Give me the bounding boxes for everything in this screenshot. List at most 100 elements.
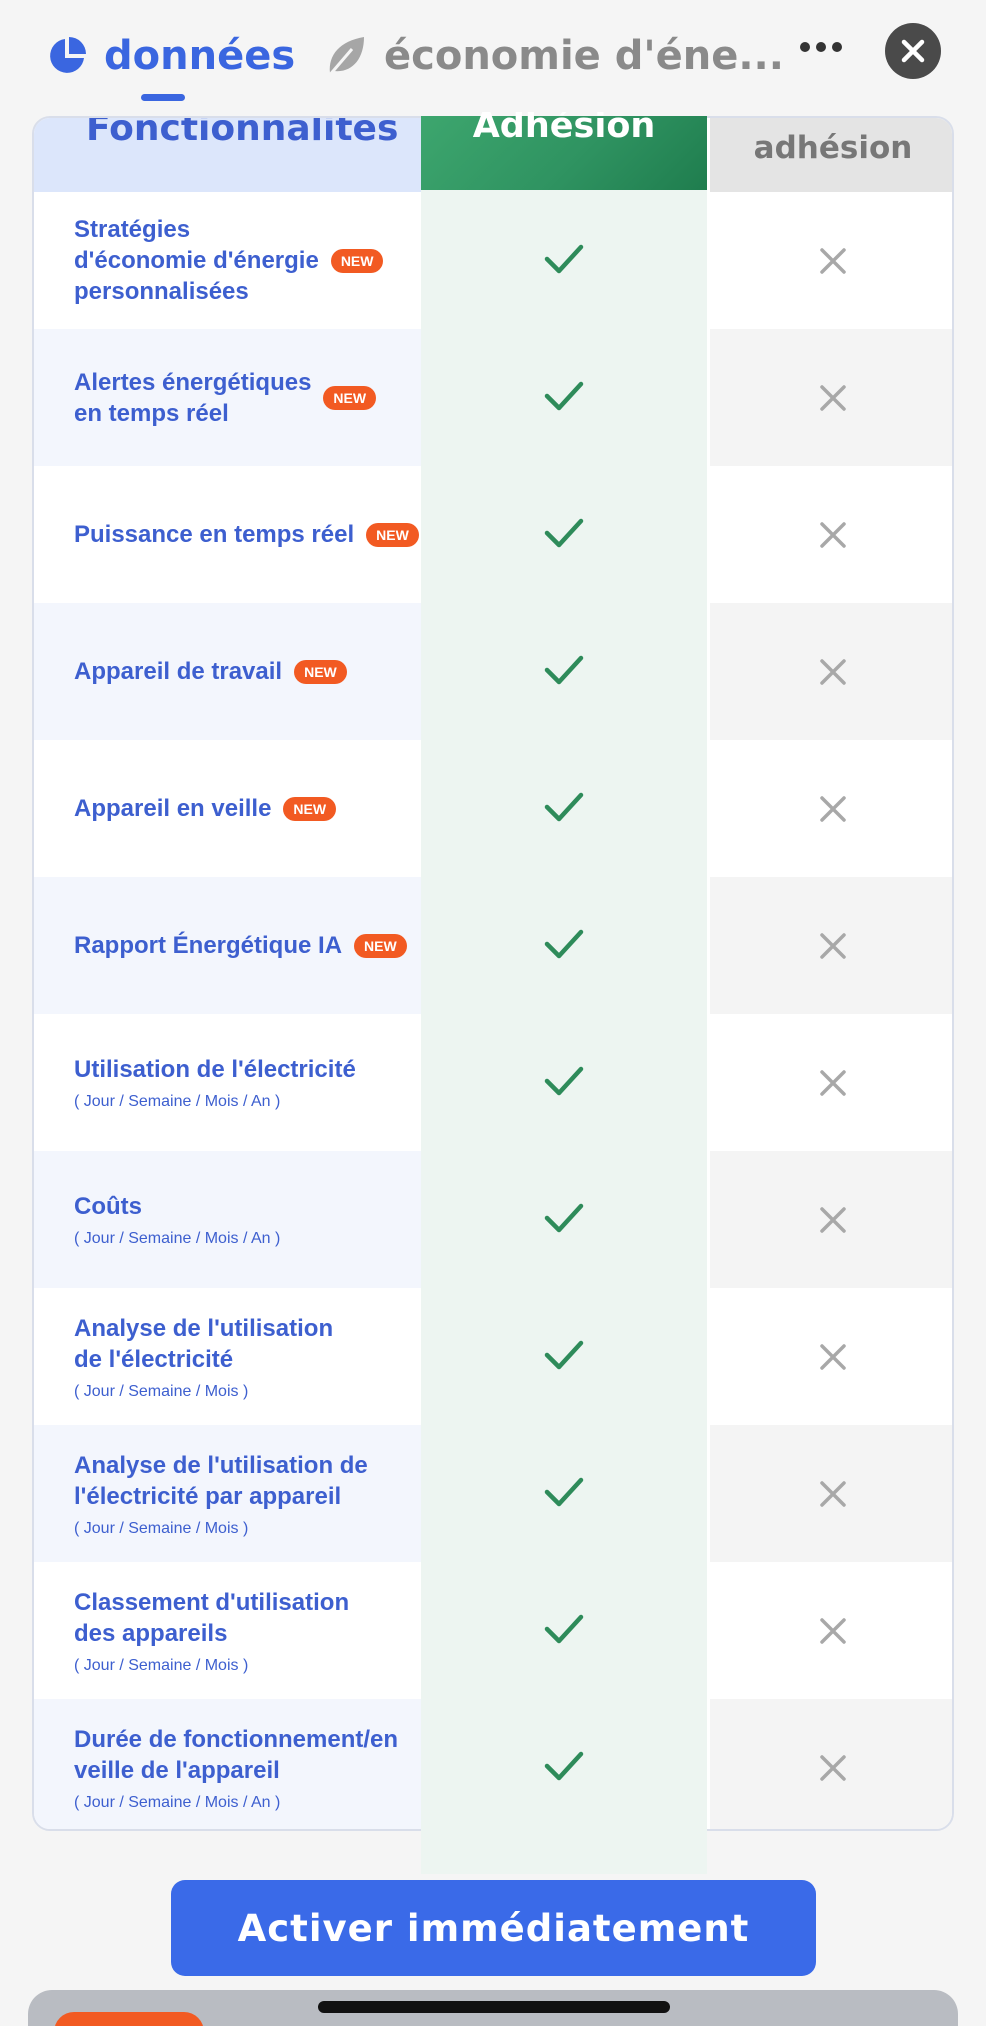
feature-title-block: Puissance en temps réel NEW — [74, 519, 422, 550]
feature-cell: Alertes énergétiques en temps réel NEW — [34, 329, 422, 466]
feature-title: en temps réel — [74, 399, 229, 427]
feature-title: d'économie d'énergie — [74, 247, 319, 274]
feature-title: l'électricité par appareil — [74, 1482, 342, 1510]
feature-title: Classement d'utilisation — [74, 1588, 350, 1616]
feature-period: ( Jour / Semaine / Mois / An ) — [74, 1230, 281, 1247]
feature-title: Appareil en veille — [74, 795, 272, 822]
feature-cell: Utilisation de l'électricité ( Jour / Sem… — [34, 1014, 422, 1151]
feature-title: Rapport Énergétique IA — [74, 932, 343, 959]
tab-data-label: données — [104, 33, 296, 79]
feature-title-lines: Alertes énergétiques en temps réel — [74, 367, 311, 429]
member-column: Adhésion — [421, 106, 707, 1874]
feature-cell: Analyse de l'utilisation de l'électricité… — [34, 1288, 422, 1425]
feature-title: Coûts — [74, 1193, 142, 1220]
new-badge: NEW — [294, 659, 347, 684]
feature-title: Alertes énergétiques — [74, 368, 312, 396]
tab-energy-saving-label: économie d'éne... — [384, 33, 784, 79]
cross-icon — [820, 1343, 846, 1370]
tab-energy-saving[interactable]: économie d'éne... — [322, 28, 784, 84]
tab-data[interactable]: données — [46, 28, 295, 84]
feature-title: Durée de fonctionnement/en — [74, 1725, 399, 1753]
feature-title: Analyse de l'utilisation de — [74, 1451, 368, 1479]
check-icon — [544, 1340, 584, 1369]
cross-icon — [820, 384, 846, 411]
non-member-cell — [710, 1699, 952, 1829]
feature-cell: Durée de fonctionnement/en veille de l'ap… — [34, 1699, 422, 1829]
check-icon — [544, 244, 584, 273]
cross-icon — [820, 932, 846, 959]
feature-cell: Puissance en temps réel NEW — [34, 466, 422, 603]
feature-title-lines: Durée de fonctionnement/en veille de l'ap… — [74, 1724, 398, 1786]
non-member-cell — [710, 1288, 952, 1425]
cross-icon — [820, 1206, 846, 1233]
check-icon — [544, 792, 584, 821]
feature-title-block: Utilisation de l'électricité — [74, 1054, 422, 1085]
cross-icon — [820, 795, 846, 822]
non-member-cell — [710, 192, 952, 329]
feature-cell: Analyse de l'utilisation de l'électricité… — [34, 1425, 422, 1562]
activate-now-button[interactable]: Activer immédiatement — [171, 1880, 816, 1976]
feature-title-block: Analyse de l'utilisation de l'électricité — [74, 1313, 422, 1375]
home-indicator — [318, 2001, 670, 2013]
close-button[interactable] — [885, 23, 941, 79]
feature-title-lines: Utilisation de l'électricité — [74, 1054, 356, 1085]
feature-period: ( Jour / Semaine / Mois / An ) — [74, 1093, 281, 1110]
non-member-cell — [710, 329, 952, 466]
check-icon — [544, 1614, 584, 1643]
top-bar: données économie d'éne... — [0, 0, 986, 112]
feature-title: personnalisées — [74, 278, 249, 305]
non-member-cell — [710, 877, 952, 1014]
check-icon — [544, 1066, 584, 1095]
feature-title-block: Rapport Énergétique IA NEW — [74, 930, 422, 961]
check-icon — [544, 1477, 584, 1506]
cross-icon — [820, 247, 846, 274]
feature-period: ( Jour / Semaine / Mois ) — [74, 1519, 249, 1537]
check-icon — [544, 1203, 584, 1232]
check-icon — [544, 929, 584, 958]
cross-icon — [820, 1069, 846, 1096]
new-badge: NEW — [330, 248, 384, 273]
more-options-icon[interactable] — [800, 42, 842, 52]
non-member-cell — [710, 466, 952, 603]
active-tab-indicator — [141, 94, 185, 101]
non-member-cell — [710, 740, 952, 877]
new-badge: NEW — [283, 796, 337, 821]
cross-icon — [820, 1617, 846, 1644]
feature-title-block: Coûts — [74, 1191, 422, 1222]
features-column-header: Fonctionnalités — [34, 118, 422, 192]
feature-cell: Classement d'utilisation des appareils ( J… — [34, 1562, 422, 1699]
feature-cell: Coûts ( Jour / Semaine / Mois / An ) — [34, 1151, 422, 1288]
feature-title-lines: Stratégies d'économie d'énergie personnali… — [74, 214, 319, 307]
new-badge: NEW — [366, 522, 419, 547]
feature-title: veille de l'appareil — [74, 1756, 280, 1784]
feature-period: ( Jour / Semaine / Mois ) — [74, 1656, 249, 1674]
feature-title: Utilisation de l'électricité — [74, 1056, 356, 1083]
feature-title-block: Durée de fonctionnement/en veille de l'ap… — [74, 1724, 422, 1786]
check-icon — [544, 655, 584, 684]
feature-title-block: Alertes énergétiques en temps réel NEW — [74, 367, 422, 429]
feature-title-lines: Appareil en veille — [74, 793, 271, 824]
feature-cell: Rapport Énergétique IA NEW — [34, 877, 422, 1014]
feature-title-block: Appareil en veille NEW — [74, 793, 422, 824]
feature-title-lines: Analyse de l'utilisation de l'électricité — [74, 1313, 333, 1375]
feature-period: ( Jour / Semaine / Mois ) — [74, 1382, 249, 1400]
feature-period: ( Jour / Semaine / Mois / An ) — [74, 1793, 281, 1811]
check-icon — [544, 381, 584, 410]
feature-title-lines: Puissance en temps réel — [74, 519, 354, 550]
member-column-header: Adhésion — [421, 106, 707, 190]
feature-cell: Appareil en veille NEW — [34, 740, 422, 877]
non-member-cell — [710, 1562, 952, 1699]
feature-cell: Stratégies d'économie d'énergie personnali… — [34, 192, 422, 329]
feature-title: des appareils — [74, 1619, 228, 1647]
cross-icon — [820, 1480, 846, 1507]
check-icon — [544, 1751, 584, 1780]
non-member-cell — [710, 1014, 952, 1151]
non-member-cell — [710, 603, 952, 740]
feature-title: Puissance en temps réel — [74, 521, 355, 548]
feature-cell: Appareil de travail NEW — [34, 603, 422, 740]
non-member-cell — [710, 1151, 952, 1288]
feature-title: Appareil de travail — [74, 658, 283, 685]
feature-title-lines: Appareil de travail — [74, 656, 282, 687]
pie-chart-icon — [50, 37, 86, 73]
new-badge: NEW — [354, 933, 407, 958]
